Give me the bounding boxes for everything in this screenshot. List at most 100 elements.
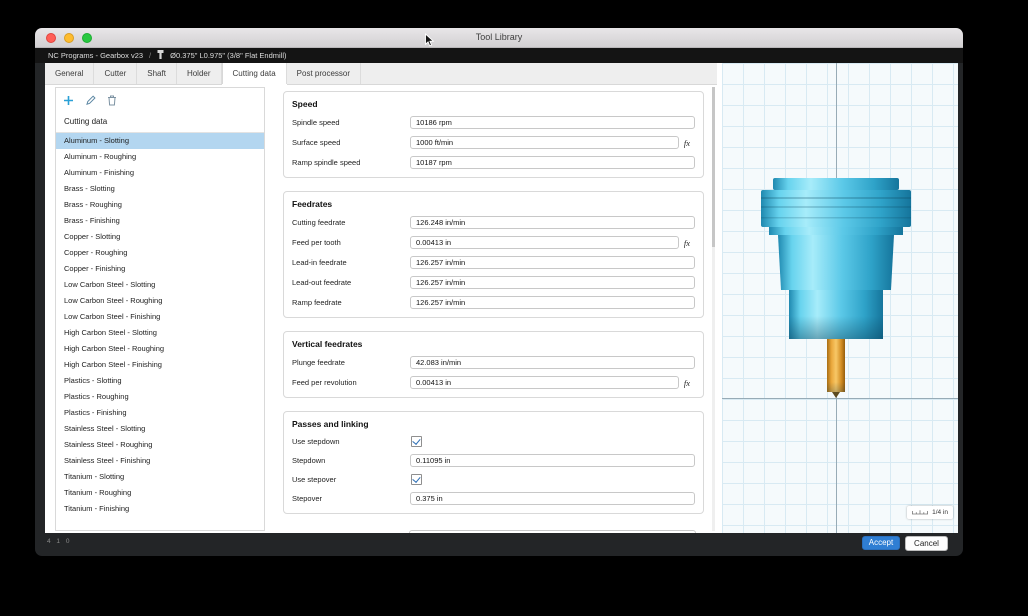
ramp-feedrate-input[interactable] — [410, 296, 695, 309]
preset-item[interactable]: Titanium - Finishing — [56, 501, 264, 517]
preset-item[interactable]: Brass - Finishing — [56, 213, 264, 229]
preset-item[interactable]: Plastics - Finishing — [56, 405, 264, 421]
form-row: Stepdown — [292, 454, 695, 467]
field-label: Use stepover — [292, 475, 410, 484]
preset-item[interactable]: Copper - Roughing — [56, 245, 264, 261]
tab-strip: General Cutter Shaft Holder Cutting data… — [45, 63, 717, 85]
tab-general[interactable]: General — [45, 63, 94, 84]
preset-item[interactable]: Copper - Slotting — [56, 229, 264, 245]
form-row: Feed per revolution fx — [292, 376, 695, 389]
mouse-cursor-icon — [424, 33, 435, 53]
tool-3d-model — [756, 176, 916, 400]
preset-item[interactable]: Plastics - Slotting — [56, 373, 264, 389]
preset-item[interactable]: Aluminum - Roughing — [56, 149, 264, 165]
tab-cutting-data[interactable]: Cutting data — [222, 63, 287, 84]
lead-in-feedrate-input[interactable] — [410, 256, 695, 269]
edit-preset-icon[interactable] — [85, 93, 96, 111]
field-label: Lead-in feedrate — [292, 258, 410, 267]
cancel-button[interactable]: Cancel — [905, 536, 948, 551]
preset-item[interactable]: Titanium - Roughing — [56, 485, 264, 501]
delete-preset-icon[interactable] — [107, 93, 117, 111]
status-indicators: 4 1 0 — [47, 538, 71, 545]
field-label: Stepdown — [292, 456, 410, 465]
field-label: Cutting feedrate — [292, 218, 410, 227]
use-stepover-checkbox[interactable] — [411, 474, 422, 485]
form-row: Lead-in feedrate — [292, 256, 695, 269]
preset-item[interactable]: Aluminum - Slotting — [56, 133, 264, 149]
feed-per-revolution-input[interactable] — [410, 376, 679, 389]
stepdown-input[interactable] — [410, 454, 695, 467]
accept-button[interactable]: Accept — [862, 536, 900, 550]
field-label: Surface speed — [292, 138, 410, 147]
preset-item[interactable]: Brass - Slotting — [56, 181, 264, 197]
scale-label: 1/4 in — [932, 509, 948, 516]
form-row: Plunge feedrate — [292, 356, 695, 369]
section-title: Vertical feedrates — [292, 339, 695, 349]
scrollbar-thumb[interactable] — [712, 87, 715, 247]
tool-library-window: Tool Library NC Programs - Gearbox v23 /… — [35, 28, 963, 556]
preset-item[interactable]: Low Carbon Steel - Slotting — [56, 277, 264, 293]
section-title: Feedrates — [292, 199, 695, 209]
scale-indicator: 1/4 in — [907, 506, 953, 519]
presets-toolbar — [56, 88, 264, 112]
form-scrollbar[interactable] — [712, 87, 715, 531]
preset-item[interactable]: Aluminum - Finishing — [56, 165, 264, 181]
field-label: Lead-out feedrate — [292, 278, 410, 287]
preset-item[interactable]: Titanium - Slotting — [56, 469, 264, 485]
add-preset-icon[interactable] — [63, 93, 74, 111]
feedrates-section: Feedrates Cutting feedrate Feed per toot… — [283, 191, 704, 318]
cutting-feedrate-input[interactable] — [410, 216, 695, 229]
preset-item[interactable]: Brass - Roughing — [56, 197, 264, 213]
coolant-dropdown[interactable]: Flood ▾ — [409, 530, 696, 533]
form-row: Stepover — [292, 492, 695, 505]
field-label: Ramp feedrate — [292, 298, 410, 307]
tool-preview-viewport[interactable]: 1/4 in — [722, 63, 958, 533]
field-label: Feed per tooth — [292, 238, 410, 247]
plunge-feedrate-input[interactable] — [410, 356, 695, 369]
field-label: Feed per revolution — [292, 378, 410, 387]
titlebar[interactable]: Tool Library — [35, 28, 963, 48]
fx-button[interactable]: fx — [679, 238, 695, 248]
section-title: Speed — [292, 99, 695, 109]
spindle-speed-input[interactable] — [410, 116, 695, 129]
field-label: Use stepdown — [292, 437, 410, 446]
tab-holder[interactable]: Holder — [177, 63, 222, 84]
preset-item[interactable]: High Carbon Steel - Roughing — [56, 341, 264, 357]
presets-header: Cutting data — [56, 112, 264, 133]
desktop: Tool Library NC Programs - Gearbox v23 /… — [0, 0, 1028, 616]
breadcrumb: NC Programs - Gearbox v23 / Ø0.375" L0.9… — [35, 48, 963, 63]
tab-cutter[interactable]: Cutter — [94, 63, 137, 84]
field-label: Coolant — [291, 533, 409, 534]
passes-linking-section: Passes and linking Use stepdown Stepdown… — [283, 411, 704, 514]
window-title: Tool Library — [35, 28, 963, 47]
coolant-value: Flood — [415, 533, 434, 534]
feed-per-tooth-input[interactable] — [410, 236, 679, 249]
preset-item[interactable]: Plastics - Roughing — [56, 389, 264, 405]
ramp-spindle-speed-input[interactable] — [410, 156, 695, 169]
breadcrumb-separator: / — [149, 51, 151, 60]
form-row: Use stepover — [292, 474, 695, 485]
preset-item[interactable]: Low Carbon Steel - Finishing — [56, 309, 264, 325]
endmill-icon — [157, 50, 164, 61]
field-label: Plunge feedrate — [292, 358, 410, 367]
fx-button[interactable]: fx — [679, 138, 695, 148]
preset-item[interactable]: Stainless Steel - Slotting — [56, 421, 264, 437]
tab-post-processor[interactable]: Post processor — [287, 63, 361, 84]
form-row: Feed per tooth fx — [292, 236, 695, 249]
tab-shaft[interactable]: Shaft — [137, 63, 177, 84]
use-stepdown-checkbox[interactable] — [411, 436, 422, 447]
breadcrumb-library-path[interactable]: NC Programs - Gearbox v23 — [48, 51, 143, 60]
fx-button[interactable]: fx — [679, 378, 695, 388]
preset-item[interactable]: Stainless Steel - Finishing — [56, 453, 264, 469]
field-label: Stepover — [292, 494, 410, 503]
preset-item[interactable]: Copper - Finishing — [56, 261, 264, 277]
surface-speed-input[interactable] — [410, 136, 679, 149]
preset-item[interactable]: High Carbon Steel - Finishing — [56, 357, 264, 373]
stepover-input[interactable] — [410, 492, 695, 505]
preset-item[interactable]: High Carbon Steel - Slotting — [56, 325, 264, 341]
preset-item[interactable]: Low Carbon Steel - Roughing — [56, 293, 264, 309]
coolant-row: Coolant Flood ▾ — [291, 530, 696, 533]
preset-item[interactable]: Stainless Steel - Roughing — [56, 437, 264, 453]
form-row: Lead-out feedrate — [292, 276, 695, 289]
lead-out-feedrate-input[interactable] — [410, 276, 695, 289]
